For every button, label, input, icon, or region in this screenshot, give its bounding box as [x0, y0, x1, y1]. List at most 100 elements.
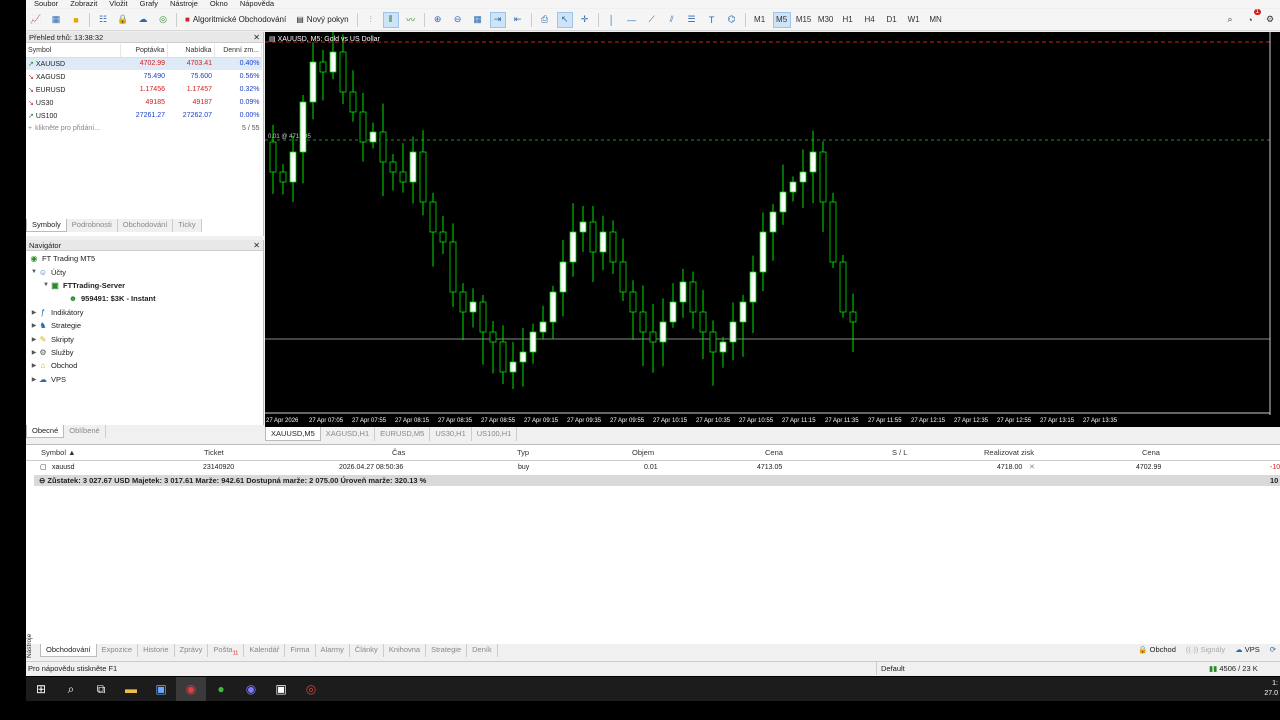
- tab-symboly[interactable]: Symboly: [26, 219, 67, 232]
- col-tp[interactable]: Realizovat zisk: [984, 445, 1034, 460]
- chart-window[interactable]: ▤ XAUUSD, M5: Gold vs US Dollar 0.01 @ 4…: [265, 30, 1280, 427]
- vps-button[interactable]: ☁ VPS: [1235, 645, 1260, 654]
- timeframe-m15[interactable]: M15: [795, 12, 813, 28]
- timeframe-m30[interactable]: M30: [817, 12, 835, 28]
- vertical-line-icon[interactable]: │: [604, 12, 620, 28]
- collapse-icon[interactable]: ▶: [30, 322, 38, 329]
- fibonacci-icon[interactable]: ☰: [684, 12, 700, 28]
- line-chart-icon[interactable]: 〰: [403, 12, 419, 28]
- col-symbol[interactable]: Symbol ▲: [41, 445, 76, 460]
- col-time[interactable]: Čas: [392, 445, 405, 460]
- menu-zobrazit[interactable]: Zobrazit: [64, 0, 103, 8]
- tree-strategies[interactable]: ▶ ♞ Strategie: [26, 319, 156, 332]
- horizontal-line-icon[interactable]: —: [624, 12, 640, 28]
- collapse-icon[interactable]: ▶: [30, 349, 38, 356]
- collapse-icon[interactable]: ▶: [30, 376, 38, 383]
- timeframe-d1[interactable]: D1: [883, 12, 901, 28]
- crosshair-icon[interactable]: ✛: [577, 12, 593, 28]
- channel-icon[interactable]: ⫽: [664, 12, 680, 28]
- tree-scripts[interactable]: ▶ ✎ Skripty: [26, 332, 156, 345]
- store-icon[interactable]: ▣: [146, 677, 176, 701]
- zoom-out-icon[interactable]: ⊖: [450, 12, 466, 28]
- signals-button[interactable]: ((·)) Signály: [1186, 645, 1225, 654]
- mt5-taskbar-icon[interactable]: ▣: [266, 677, 296, 701]
- profiles-icon[interactable]: ■: [68, 12, 84, 28]
- tab-posta[interactable]: Pošta11: [208, 644, 245, 657]
- tree-server[interactable]: ▼ ▣ FTTrading-Server: [26, 279, 156, 292]
- table-row[interactable]: ↗ XAUUSD 4702.99 4703.41 0.40%: [26, 57, 262, 70]
- tab-obchodovani[interactable]: Obchodování: [40, 644, 97, 657]
- tab-oblibene[interactable]: Oblíbené: [64, 425, 106, 438]
- table-row[interactable]: ▢ xauusd 23140920 2026.04.27 08:50:36 bu…: [26, 461, 1280, 474]
- symbols-icon[interactable]: ☷: [95, 12, 111, 28]
- tree-root[interactable]: ◉ FT Trading MT5: [26, 252, 156, 265]
- tree-services[interactable]: ▶ ⚙ Služby: [26, 346, 156, 359]
- green-app-icon[interactable]: ●: [206, 677, 236, 701]
- timeframe-h1[interactable]: H1: [839, 12, 857, 28]
- tab-kalendar[interactable]: Kalendář: [244, 644, 286, 657]
- sync-icon[interactable]: ⟳: [1270, 645, 1276, 654]
- notifications-icon[interactable]: ◔ 1: [1242, 8, 1261, 28]
- start-icon[interactable]: ⊞: [26, 677, 56, 701]
- bar-chart-icon[interactable]: ⫶: [363, 12, 379, 28]
- screenshot-icon[interactable]: ⎙: [537, 12, 553, 28]
- tab-denik[interactable]: Deník: [467, 644, 498, 657]
- remove-tp-icon[interactable]: ✕: [1029, 461, 1035, 474]
- trendline-icon[interactable]: ⟋: [644, 12, 660, 28]
- candles-icon[interactable]: ⫴: [382, 11, 399, 28]
- expand-icon[interactable]: ▼: [30, 269, 38, 275]
- menu-okno[interactable]: Okno: [204, 0, 234, 8]
- chart-tab-xauusd[interactable]: XAUUSD,M5: [265, 427, 321, 441]
- collapse-icon[interactable]: ▶: [30, 362, 38, 369]
- chart-tab-xagusd[interactable]: XAGUSD,H1: [321, 427, 376, 441]
- file-explorer-icon[interactable]: ▬: [116, 677, 146, 701]
- tree-indicators[interactable]: ▶ ƒ Indikátory: [26, 306, 156, 319]
- globe-icon[interactable]: ◎: [155, 12, 171, 28]
- chart-tab-us100[interactable]: US100,H1: [472, 427, 518, 441]
- close-icon[interactable]: ✕: [253, 240, 260, 251]
- table-row[interactable]: ↘ XAGUSD 75.490 75.600 0.56%: [26, 70, 262, 83]
- cursor-icon[interactable]: ↖: [556, 11, 573, 28]
- tab-obecne[interactable]: Obecné: [26, 425, 65, 438]
- tree-vps[interactable]: ▶ ☁ VPS: [26, 373, 156, 386]
- chart-type-icon[interactable]: 📈: [28, 12, 44, 28]
- col-ticket[interactable]: Ticket: [204, 445, 224, 460]
- add-symbol-row[interactable]: + klikněte pro přidání... 5 / 55: [26, 122, 262, 135]
- tab-obchodovani[interactable]: Obchodování: [118, 219, 174, 232]
- col-type[interactable]: Typ: [517, 445, 529, 460]
- table-row[interactable]: ↘ EURUSD 1.17456 1.17457 0.32%: [26, 83, 262, 96]
- lock-icon[interactable]: 🔒: [115, 12, 131, 28]
- col-change[interactable]: Denní zm...: [214, 44, 262, 58]
- table-row[interactable]: ↘ US30 49185 49187 0.09%: [26, 96, 262, 109]
- menu-napoveda[interactable]: Nápověda: [234, 0, 280, 8]
- tab-historie[interactable]: Historie: [138, 644, 175, 657]
- text-icon[interactable]: T: [704, 12, 720, 28]
- chrome-icon[interactable]: ◉: [176, 677, 206, 701]
- timeframe-h4[interactable]: H4: [861, 12, 879, 28]
- settings-icon[interactable]: ⚙: [1262, 12, 1278, 28]
- tab-strategie[interactable]: Strategie: [426, 644, 468, 657]
- search-icon[interactable]: ⌕: [1222, 12, 1238, 28]
- new-order-button[interactable]: ▤ Nový pokyn: [293, 12, 351, 28]
- tab-expozice[interactable]: Expozice: [97, 644, 139, 657]
- tab-zpravy[interactable]: Zprávy: [175, 644, 209, 657]
- collapse-icon[interactable]: ▶: [30, 336, 38, 343]
- zoom-in-icon[interactable]: ⊕: [430, 12, 446, 28]
- tree-market[interactable]: ▶ ⌂ Obchod: [26, 359, 156, 372]
- col-price[interactable]: Cena: [765, 445, 783, 460]
- autoscroll-icon[interactable]: ⇥: [489, 11, 506, 28]
- recorder-icon[interactable]: ◎: [296, 677, 326, 701]
- clock[interactable]: 1: 27.0: [1264, 679, 1280, 699]
- tab-clanky[interactable]: Články: [350, 644, 384, 657]
- menu-soubor[interactable]: Soubor: [26, 0, 64, 8]
- menu-vlozit[interactable]: Vložit: [103, 0, 133, 8]
- search-icon[interactable]: ⌕: [56, 677, 86, 701]
- col-ask[interactable]: Nabídka: [167, 44, 215, 58]
- task-view-icon[interactable]: ⧉: [86, 677, 116, 701]
- chart-tab-us30[interactable]: US30,H1: [430, 427, 472, 441]
- browser-icon[interactable]: ◉: [236, 677, 266, 701]
- collapse-icon[interactable]: ▶: [30, 309, 38, 316]
- chart-tab-eurusd[interactable]: EURUSD,M5: [375, 427, 431, 441]
- tree-accounts[interactable]: ▼ ☺ Účty: [26, 265, 156, 278]
- table-row[interactable]: ↗ US100 27261.27 27262.07 0.00%: [26, 109, 262, 122]
